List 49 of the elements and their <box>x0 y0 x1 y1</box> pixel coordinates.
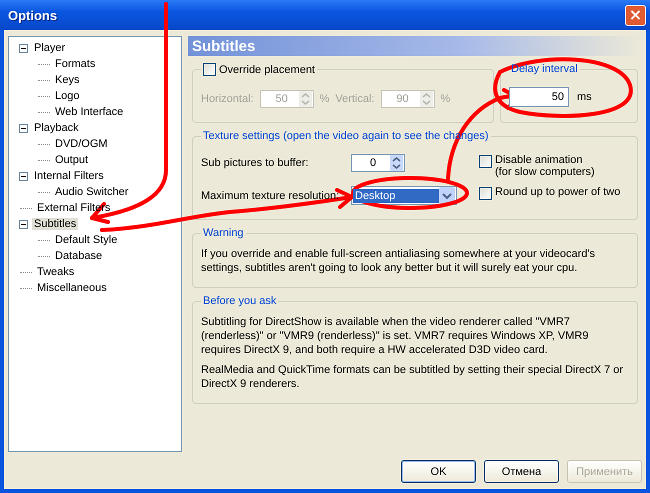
tree-item[interactable]: Database <box>53 250 104 262</box>
close-button[interactable]: × <box>625 4 646 26</box>
expander-icon[interactable] <box>19 172 28 180</box>
checkbox[interactable] <box>203 63 216 76</box>
window-title: Options <box>8 8 58 22</box>
tree-item[interactable]: Output <box>53 154 90 166</box>
spin-field[interactable]: 0 <box>351 154 405 172</box>
delay-field[interactable]: 50 <box>509 87 569 107</box>
tree-item[interactable]: Audio Switcher <box>53 186 130 198</box>
tree-item[interactable]: Subtitles <box>32 218 78 230</box>
unit-label: % <box>440 93 450 105</box>
unit-label: % <box>320 93 330 105</box>
tree-item[interactable]: DVD/OGM <box>53 138 110 150</box>
field-label: Vertical: <box>335 93 374 105</box>
expander-icon[interactable] <box>19 220 28 228</box>
checkbox[interactable] <box>479 155 492 168</box>
tree-item[interactable]: Internal Filters <box>32 170 106 182</box>
info-text: Subtitling for DirectShow is available when the video renderer called "VMR7 (renderless)" or "VMR9 (renderless)" is set. VMR7 requires Windows XP, VMR9 requires DirectX 9, and both require a HW accelerated D3D video card. <box>201 315 590 357</box>
tree-item[interactable]: Player <box>32 42 68 54</box>
field-label: Maximum texture resolution: <box>201 190 340 202</box>
checkbox-label: Disable animation <box>495 154 584 166</box>
unit-label: ms <box>577 91 592 103</box>
caret-icon <box>439 187 455 204</box>
expander-icon[interactable] <box>19 124 28 132</box>
group-title: Warning <box>202 227 245 239</box>
dialog-button[interactable]: OK <box>401 460 476 483</box>
tree-item[interactable]: Miscellaneous <box>35 282 109 294</box>
page-title: Subtitles <box>192 38 256 54</box>
field-label: Horizontal: <box>201 93 254 105</box>
tree-item[interactable]: Web Interface <box>53 106 126 118</box>
info-text: RealMedia and QuickTime formats can be subtitled by setting their special DirectX 7 or DirectX 9 renderers. <box>201 363 624 391</box>
tree-item[interactable]: Playback <box>32 122 81 134</box>
tree-item[interactable]: Keys <box>53 74 82 86</box>
tree-item[interactable]: Logo <box>53 90 82 102</box>
group-title: Before you ask <box>202 295 278 307</box>
spinner-arrows-icon[interactable] <box>390 155 403 171</box>
field-label: Sub pictures to buffer: <box>201 157 310 169</box>
tree-item[interactable]: Tweaks <box>35 266 76 278</box>
checkbox-note: (for slow computers) <box>495 166 595 178</box>
tree-item[interactable]: Default Style <box>53 234 120 246</box>
tree-item[interactable]: Formats <box>53 58 98 70</box>
checkbox-label: Round up to power of two <box>495 186 620 198</box>
checkbox-label: Override placement <box>219 64 315 76</box>
warning-text: If you override and enable full-screen antialiasing somewhere at your videocard's settings, subtitles aren't going to look any better but it will surely eat your cpu. <box>201 247 596 275</box>
dropdown[interactable]: Desktop <box>351 186 457 205</box>
checkbox[interactable] <box>479 187 492 200</box>
expander-icon[interactable] <box>19 44 28 52</box>
group-title: Delay interval <box>510 63 579 75</box>
dialog-button[interactable]: Отмена <box>484 460 559 483</box>
